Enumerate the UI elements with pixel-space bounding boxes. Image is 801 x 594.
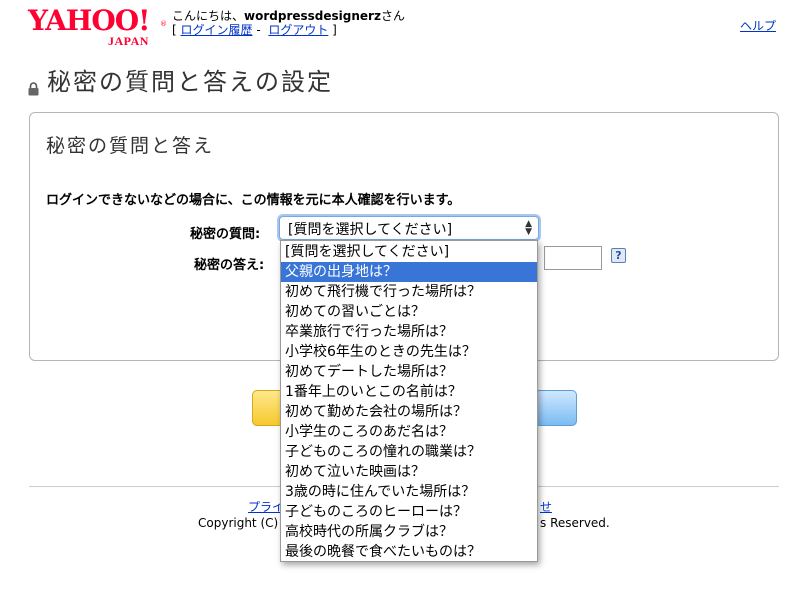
- greeting-prefix: こんにちは、: [172, 9, 245, 23]
- link-separator: -: [252, 23, 265, 37]
- question-label: 秘密の質問:: [190, 227, 261, 242]
- select-arrows-icon: ▲ ▼: [525, 219, 532, 237]
- dropdown-option[interactable]: 1番年上のいとこの名前は？: [281, 382, 537, 402]
- account-links: [ ログイン履歴 - ログアウト ]: [172, 23, 337, 37]
- panel-title: 秘密の質問と答え: [46, 135, 215, 157]
- dropdown-option[interactable]: 子どものころの憧れの職業は？: [281, 442, 537, 462]
- logo-sub-text: JAPAN: [108, 34, 149, 48]
- question-dropdown-list: [質問を選択してください] 父親の出身地は？ 初めて飛行機で行った場所は？ 初めての習…: [280, 240, 538, 562]
- dropdown-option[interactable]: 父親の出身地は？: [281, 262, 537, 282]
- answer-label: 秘密の答え:: [194, 258, 265, 273]
- logout-link[interactable]: ログアウト: [268, 23, 328, 37]
- question-select-value: [質問を選択してください]: [288, 222, 453, 238]
- answer-input[interactable]: [544, 246, 602, 270]
- dropdown-option[interactable]: 初めてデートした場所は？: [281, 362, 537, 382]
- contact-link[interactable]: せ: [540, 498, 552, 515]
- dropdown-option[interactable]: 3歳の時に住んでいた場所は？: [281, 482, 537, 502]
- yahoo-japan-logo[interactable]: YAHOO! ® JAPAN: [28, 6, 168, 50]
- dropdown-option[interactable]: 子どものころのヒーローは？: [281, 502, 537, 522]
- logo-text: YAHOO!: [28, 4, 150, 37]
- page-title-text: 秘密の質問と答えの設定: [47, 68, 333, 96]
- copyright-left: Copyright (C): [198, 516, 279, 530]
- bracket-close: ]: [328, 23, 337, 37]
- panel-description: ログインできないなどの場合に、この情報を元に本人確認を行います。: [46, 193, 461, 208]
- dropdown-option[interactable]: 初めて飛行機で行った場所は？: [281, 282, 537, 302]
- help-icon[interactable]: ?: [611, 248, 626, 263]
- dropdown-option[interactable]: 初めて勤めた会社の場所は？: [281, 402, 537, 422]
- dropdown-option[interactable]: [質問を選択してください]: [281, 242, 537, 262]
- greeting: こんにちは、wordpressdesignerzさん: [172, 9, 405, 23]
- username: wordpressdesignerz: [244, 9, 381, 23]
- dropdown-option[interactable]: 高校時代の所属クラブは？: [281, 522, 537, 542]
- greeting-suffix: さん: [380, 9, 405, 23]
- bracket-open: [: [172, 23, 181, 37]
- copyright-right: s Reserved.: [540, 516, 610, 530]
- dropdown-option[interactable]: 小学校6年生のときの先生は？: [281, 342, 537, 362]
- logo-registered-mark: ®: [160, 20, 167, 28]
- page-title: 秘密の質問と答えの設定: [28, 62, 333, 97]
- help-link[interactable]: ヘルプ: [740, 17, 776, 34]
- dropdown-option[interactable]: 初めての習いごとは？: [281, 302, 537, 322]
- login-history-link[interactable]: ログイン履歴: [181, 23, 253, 37]
- dropdown-option[interactable]: 小学生のころのあだ名は？: [281, 422, 537, 442]
- dropdown-option[interactable]: 卒業旅行で行った場所は？: [281, 322, 537, 342]
- dropdown-option[interactable]: 最後の晩餐で食べたいものは？: [281, 542, 537, 562]
- dropdown-option[interactable]: 初めて泣いた映画は？: [281, 462, 537, 482]
- lock-icon: [28, 74, 39, 96]
- question-select[interactable]: [質問を選択してください] ▲ ▼: [279, 216, 539, 240]
- privacy-link[interactable]: プライ: [248, 498, 284, 515]
- cancel-button[interactable]: [535, 390, 577, 426]
